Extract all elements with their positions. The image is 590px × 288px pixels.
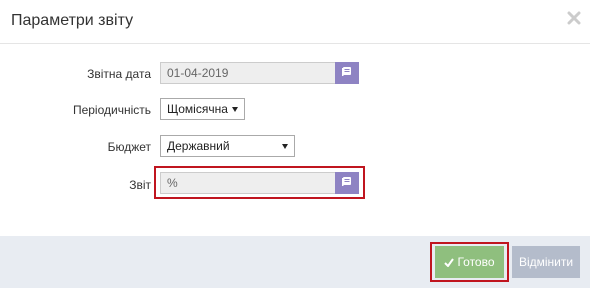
- ok-button[interactable]: Готово: [435, 246, 504, 278]
- periodicity-value: Щомісячна: [167, 102, 228, 116]
- dialog-header: Параметри звіту: [0, 0, 590, 44]
- budget-select[interactable]: Державний: [160, 135, 295, 157]
- report-parameters-dialog: Параметри звіту Звітна дата 01-04-2019 П…: [0, 0, 590, 288]
- budget-label: Бюджет: [107, 140, 151, 154]
- book-icon: [341, 174, 353, 192]
- dialog-title: Параметри звіту: [11, 12, 134, 29]
- periodicity-select[interactable]: Щомісячна: [160, 98, 245, 120]
- ok-button-label: Готово: [457, 255, 495, 269]
- report-label: Звіт: [129, 178, 151, 192]
- cancel-button[interactable]: Відмінити: [512, 246, 580, 278]
- report-date-label: Звітна дата: [87, 67, 151, 81]
- chevron-down-icon: [232, 107, 238, 112]
- calendar-button[interactable]: [335, 62, 359, 84]
- close-icon[interactable]: [567, 10, 581, 26]
- report-select-button[interactable]: [335, 172, 359, 194]
- book-icon: [341, 64, 353, 82]
- check-icon: [444, 257, 455, 267]
- report-field[interactable]: %: [160, 172, 336, 194]
- report-date-field[interactable]: 01-04-2019: [160, 62, 336, 84]
- chevron-down-icon: [282, 144, 288, 149]
- budget-value: Державний: [167, 139, 230, 153]
- periodicity-label: Періодичність: [72, 103, 151, 117]
